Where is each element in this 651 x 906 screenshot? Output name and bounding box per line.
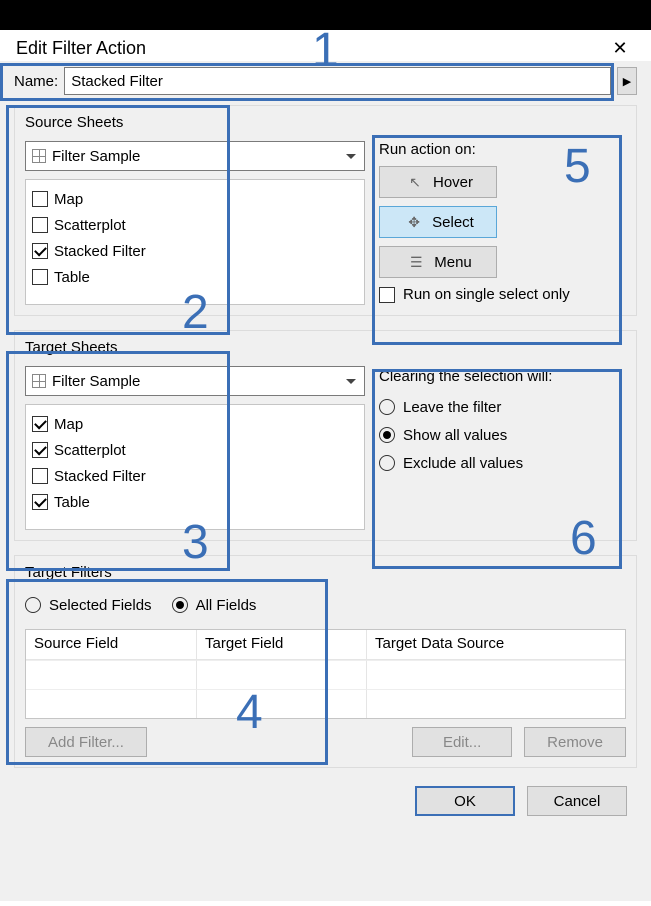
- radio[interactable]: [379, 399, 395, 415]
- sheet-icon: [32, 149, 46, 163]
- run-action-label: Run action on:: [379, 141, 626, 158]
- list-item[interactable]: Table: [32, 264, 358, 290]
- checkbox[interactable]: [32, 416, 48, 432]
- ok-button[interactable]: OK: [415, 786, 515, 816]
- checkbox[interactable]: [32, 494, 48, 510]
- single-select-label: Run on single select only: [403, 286, 570, 303]
- list-item[interactable]: Map: [32, 411, 358, 437]
- checkbox[interactable]: [32, 191, 48, 207]
- clearing-showall-radio[interactable]: Show all values: [379, 421, 626, 449]
- list-item-label: Table: [54, 269, 90, 286]
- run-hover-button[interactable]: ↖ Hover: [379, 166, 497, 198]
- remove-filter-button[interactable]: Remove: [524, 727, 626, 757]
- table-cell[interactable]: [366, 689, 625, 718]
- radio[interactable]: [379, 455, 395, 471]
- list-item-label: Map: [54, 191, 83, 208]
- chevron-down-icon: [346, 154, 356, 159]
- table-cell[interactable]: [196, 689, 366, 718]
- chevron-down-icon: [346, 379, 356, 384]
- radio[interactable]: [379, 427, 395, 443]
- cursor-select-icon: ✥: [406, 214, 422, 231]
- add-filter-button[interactable]: Add Filter...: [25, 727, 147, 757]
- list-item[interactable]: Stacked Filter: [32, 238, 358, 264]
- source-workbook-value: Filter Sample: [52, 148, 342, 165]
- selected-fields-radio[interactable]: Selected Fields: [25, 591, 152, 619]
- list-item-label: Stacked Filter: [54, 243, 146, 260]
- triangle-right-icon: ▶: [623, 75, 631, 88]
- radio-label: All Fields: [196, 597, 257, 614]
- col-source-field[interactable]: Source Field: [26, 630, 196, 660]
- table-cell[interactable]: [196, 660, 366, 689]
- list-item[interactable]: Scatterplot: [32, 212, 358, 238]
- source-sheet-list[interactable]: Map Scatterplot Stacked Filter Table: [25, 179, 365, 305]
- edit-filter-button[interactable]: Edit...: [412, 727, 512, 757]
- run-select-button[interactable]: ✥ Select: [379, 206, 497, 238]
- target-filters-table[interactable]: Source Field Target Field Target Data So…: [25, 629, 626, 719]
- all-fields-radio[interactable]: All Fields: [172, 591, 257, 619]
- list-item-label: Stacked Filter: [54, 468, 146, 485]
- dialog-title: Edit Filter Action: [16, 38, 146, 59]
- name-menu-button[interactable]: ▶: [617, 67, 637, 95]
- single-select-checkbox[interactable]: [379, 287, 395, 303]
- radio-label: Selected Fields: [49, 597, 152, 614]
- radio[interactable]: [172, 597, 188, 613]
- target-workbook-value: Filter Sample: [52, 373, 342, 390]
- radio-label: Show all values: [403, 427, 507, 444]
- checkbox[interactable]: [32, 217, 48, 233]
- list-item[interactable]: Scatterplot: [32, 437, 358, 463]
- source-sheets-title: Source Sheets: [25, 114, 626, 131]
- list-item-label: Table: [54, 494, 90, 511]
- name-input[interactable]: [64, 67, 611, 95]
- checkbox[interactable]: [32, 243, 48, 259]
- cancel-button[interactable]: Cancel: [527, 786, 627, 816]
- cursor-icon: ↖: [407, 174, 423, 191]
- clearing-leave-radio[interactable]: Leave the filter: [379, 393, 626, 421]
- target-workbook-dropdown[interactable]: Filter Sample: [25, 366, 365, 396]
- checkbox[interactable]: [32, 442, 48, 458]
- clearing-exclude-radio[interactable]: Exclude all values: [379, 449, 626, 477]
- run-menu-button[interactable]: ☰ Menu: [379, 246, 497, 278]
- target-filters-title: Target Filters: [25, 564, 626, 581]
- list-item-label: Map: [54, 416, 83, 433]
- list-item[interactable]: Stacked Filter: [32, 463, 358, 489]
- table-cell[interactable]: [26, 660, 196, 689]
- menu-icon: ☰: [408, 254, 424, 271]
- table-cell[interactable]: [366, 660, 625, 689]
- radio-label: Exclude all values: [403, 455, 523, 472]
- radio[interactable]: [25, 597, 41, 613]
- button-label: Select: [432, 214, 474, 231]
- sheet-icon: [32, 374, 46, 388]
- table-cell[interactable]: [26, 689, 196, 718]
- col-target-ds[interactable]: Target Data Source: [366, 630, 625, 660]
- list-item-label: Scatterplot: [54, 442, 126, 459]
- list-item-label: Scatterplot: [54, 217, 126, 234]
- checkbox[interactable]: [32, 269, 48, 285]
- list-item[interactable]: Table: [32, 489, 358, 515]
- checkbox[interactable]: [32, 468, 48, 484]
- name-label: Name:: [14, 73, 58, 90]
- button-label: Hover: [433, 174, 473, 191]
- button-label: Menu: [434, 254, 472, 271]
- target-sheets-title: Target Sheets: [25, 339, 626, 356]
- radio-label: Leave the filter: [403, 399, 501, 416]
- clearing-label: Clearing the selection will:: [379, 368, 626, 385]
- list-item[interactable]: Map: [32, 186, 358, 212]
- source-workbook-dropdown[interactable]: Filter Sample: [25, 141, 365, 171]
- col-target-field[interactable]: Target Field: [196, 630, 366, 660]
- close-icon[interactable]: ✕: [605, 38, 635, 59]
- target-sheet-list[interactable]: Map Scatterplot Stacked Filter Table: [25, 404, 365, 530]
